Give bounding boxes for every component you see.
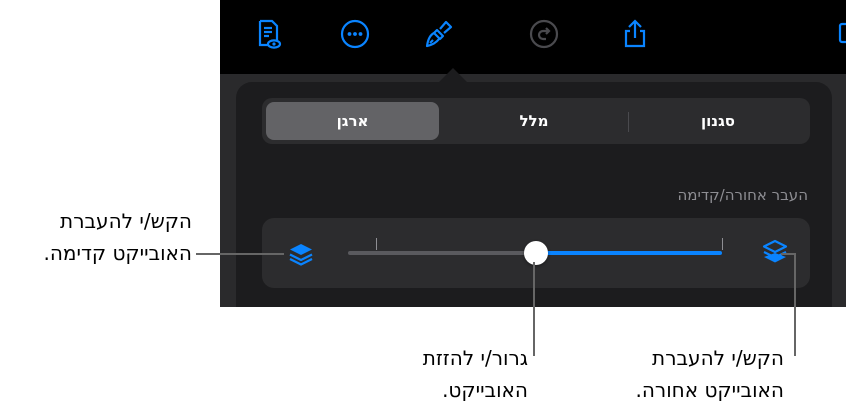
- popover-pointer: [439, 68, 467, 82]
- layer-slider-card: [262, 218, 810, 288]
- callout-send-backward-line1: הקש/י להעברת: [652, 346, 784, 370]
- slider-track-inactive: [348, 251, 536, 255]
- layer-slider-thumb[interactable]: [524, 241, 548, 265]
- toolbar: [220, 0, 846, 74]
- redo-icon[interactable]: [526, 16, 562, 52]
- callout-line-send-backward-h: [781, 253, 795, 255]
- partial-icon[interactable]: [832, 16, 846, 52]
- callout-move-object-line2: האובייקט.: [442, 378, 528, 402]
- format-segmented-control: ארגן מלל סגנון: [262, 98, 810, 144]
- bring-to-front-icon[interactable]: [284, 236, 318, 270]
- callout-send-backward-line2: האובייקט אחורה.: [635, 378, 784, 402]
- share-icon[interactable]: [617, 16, 653, 52]
- callout-line-slider: [533, 262, 535, 356]
- callout-bring-forward-line2: האובייקט קדימה.: [43, 241, 193, 265]
- slider-min-tick: [376, 238, 377, 250]
- tab-text[interactable]: מלל: [444, 102, 624, 140]
- slider-track-active: [536, 251, 722, 255]
- app-screenshot: ארגן מלל סגנון העבר אחורה/קדימה: [220, 0, 846, 307]
- segment-divider: [628, 112, 629, 132]
- callout-line-bring-forward: [196, 253, 284, 255]
- callout-line-send-backward-v: [794, 253, 796, 356]
- callout-bring-forward: הקש/י להעברת האובייקט קדימה.: [2, 205, 193, 269]
- tab-style[interactable]: סגנון: [630, 102, 806, 140]
- tab-arrange[interactable]: ארגן: [266, 102, 439, 140]
- reader-view-icon[interactable]: [250, 16, 286, 52]
- callout-move-object: גרור/י להזזת האובייקט.: [368, 342, 528, 406]
- callout-bring-forward-line1: הקש/י להעברת: [60, 209, 192, 233]
- move-layer-label: העבר אחורה/קדימה: [677, 186, 808, 204]
- slider-max-tick: [722, 238, 723, 250]
- format-brush-icon[interactable]: [421, 16, 457, 52]
- callout-move-object-line1: גרור/י להזזת: [422, 346, 528, 370]
- more-icon[interactable]: [337, 16, 373, 52]
- callout-send-backward: הקש/י להעברת האובייקט אחורה.: [584, 342, 784, 406]
